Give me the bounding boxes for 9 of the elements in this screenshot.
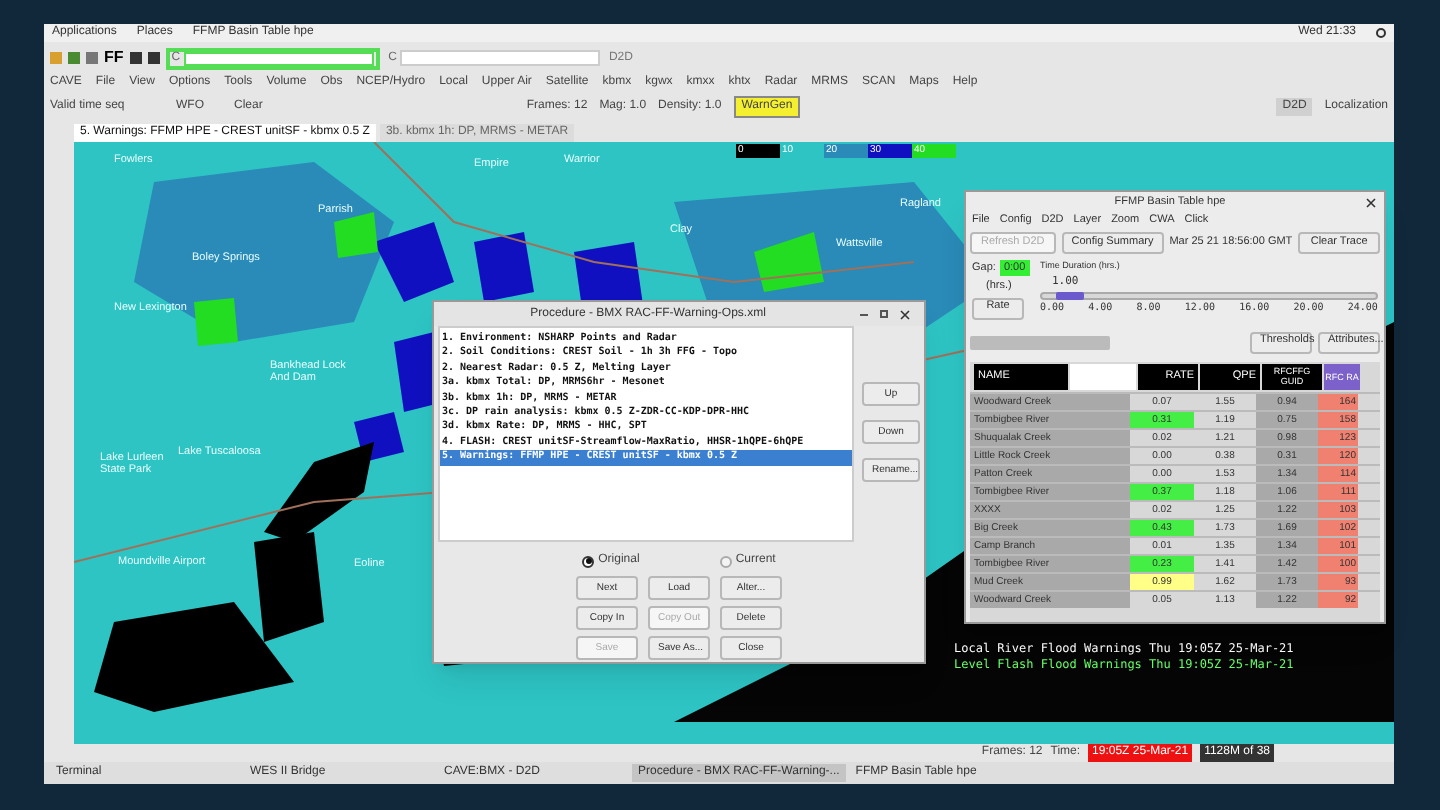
maximize-icon[interactable] (880, 310, 889, 318)
duration-slider[interactable] (1040, 292, 1378, 300)
blank-status-field (970, 335, 1110, 349)
minimize-icon[interactable] (860, 313, 869, 315)
close-icon[interactable] (900, 309, 911, 319)
slider-thumb[interactable] (1055, 292, 1084, 300)
ff-button[interactable]: FF (104, 46, 124, 70)
power-icon[interactable] (1376, 28, 1386, 38)
close-icon[interactable] (1366, 197, 1377, 207)
